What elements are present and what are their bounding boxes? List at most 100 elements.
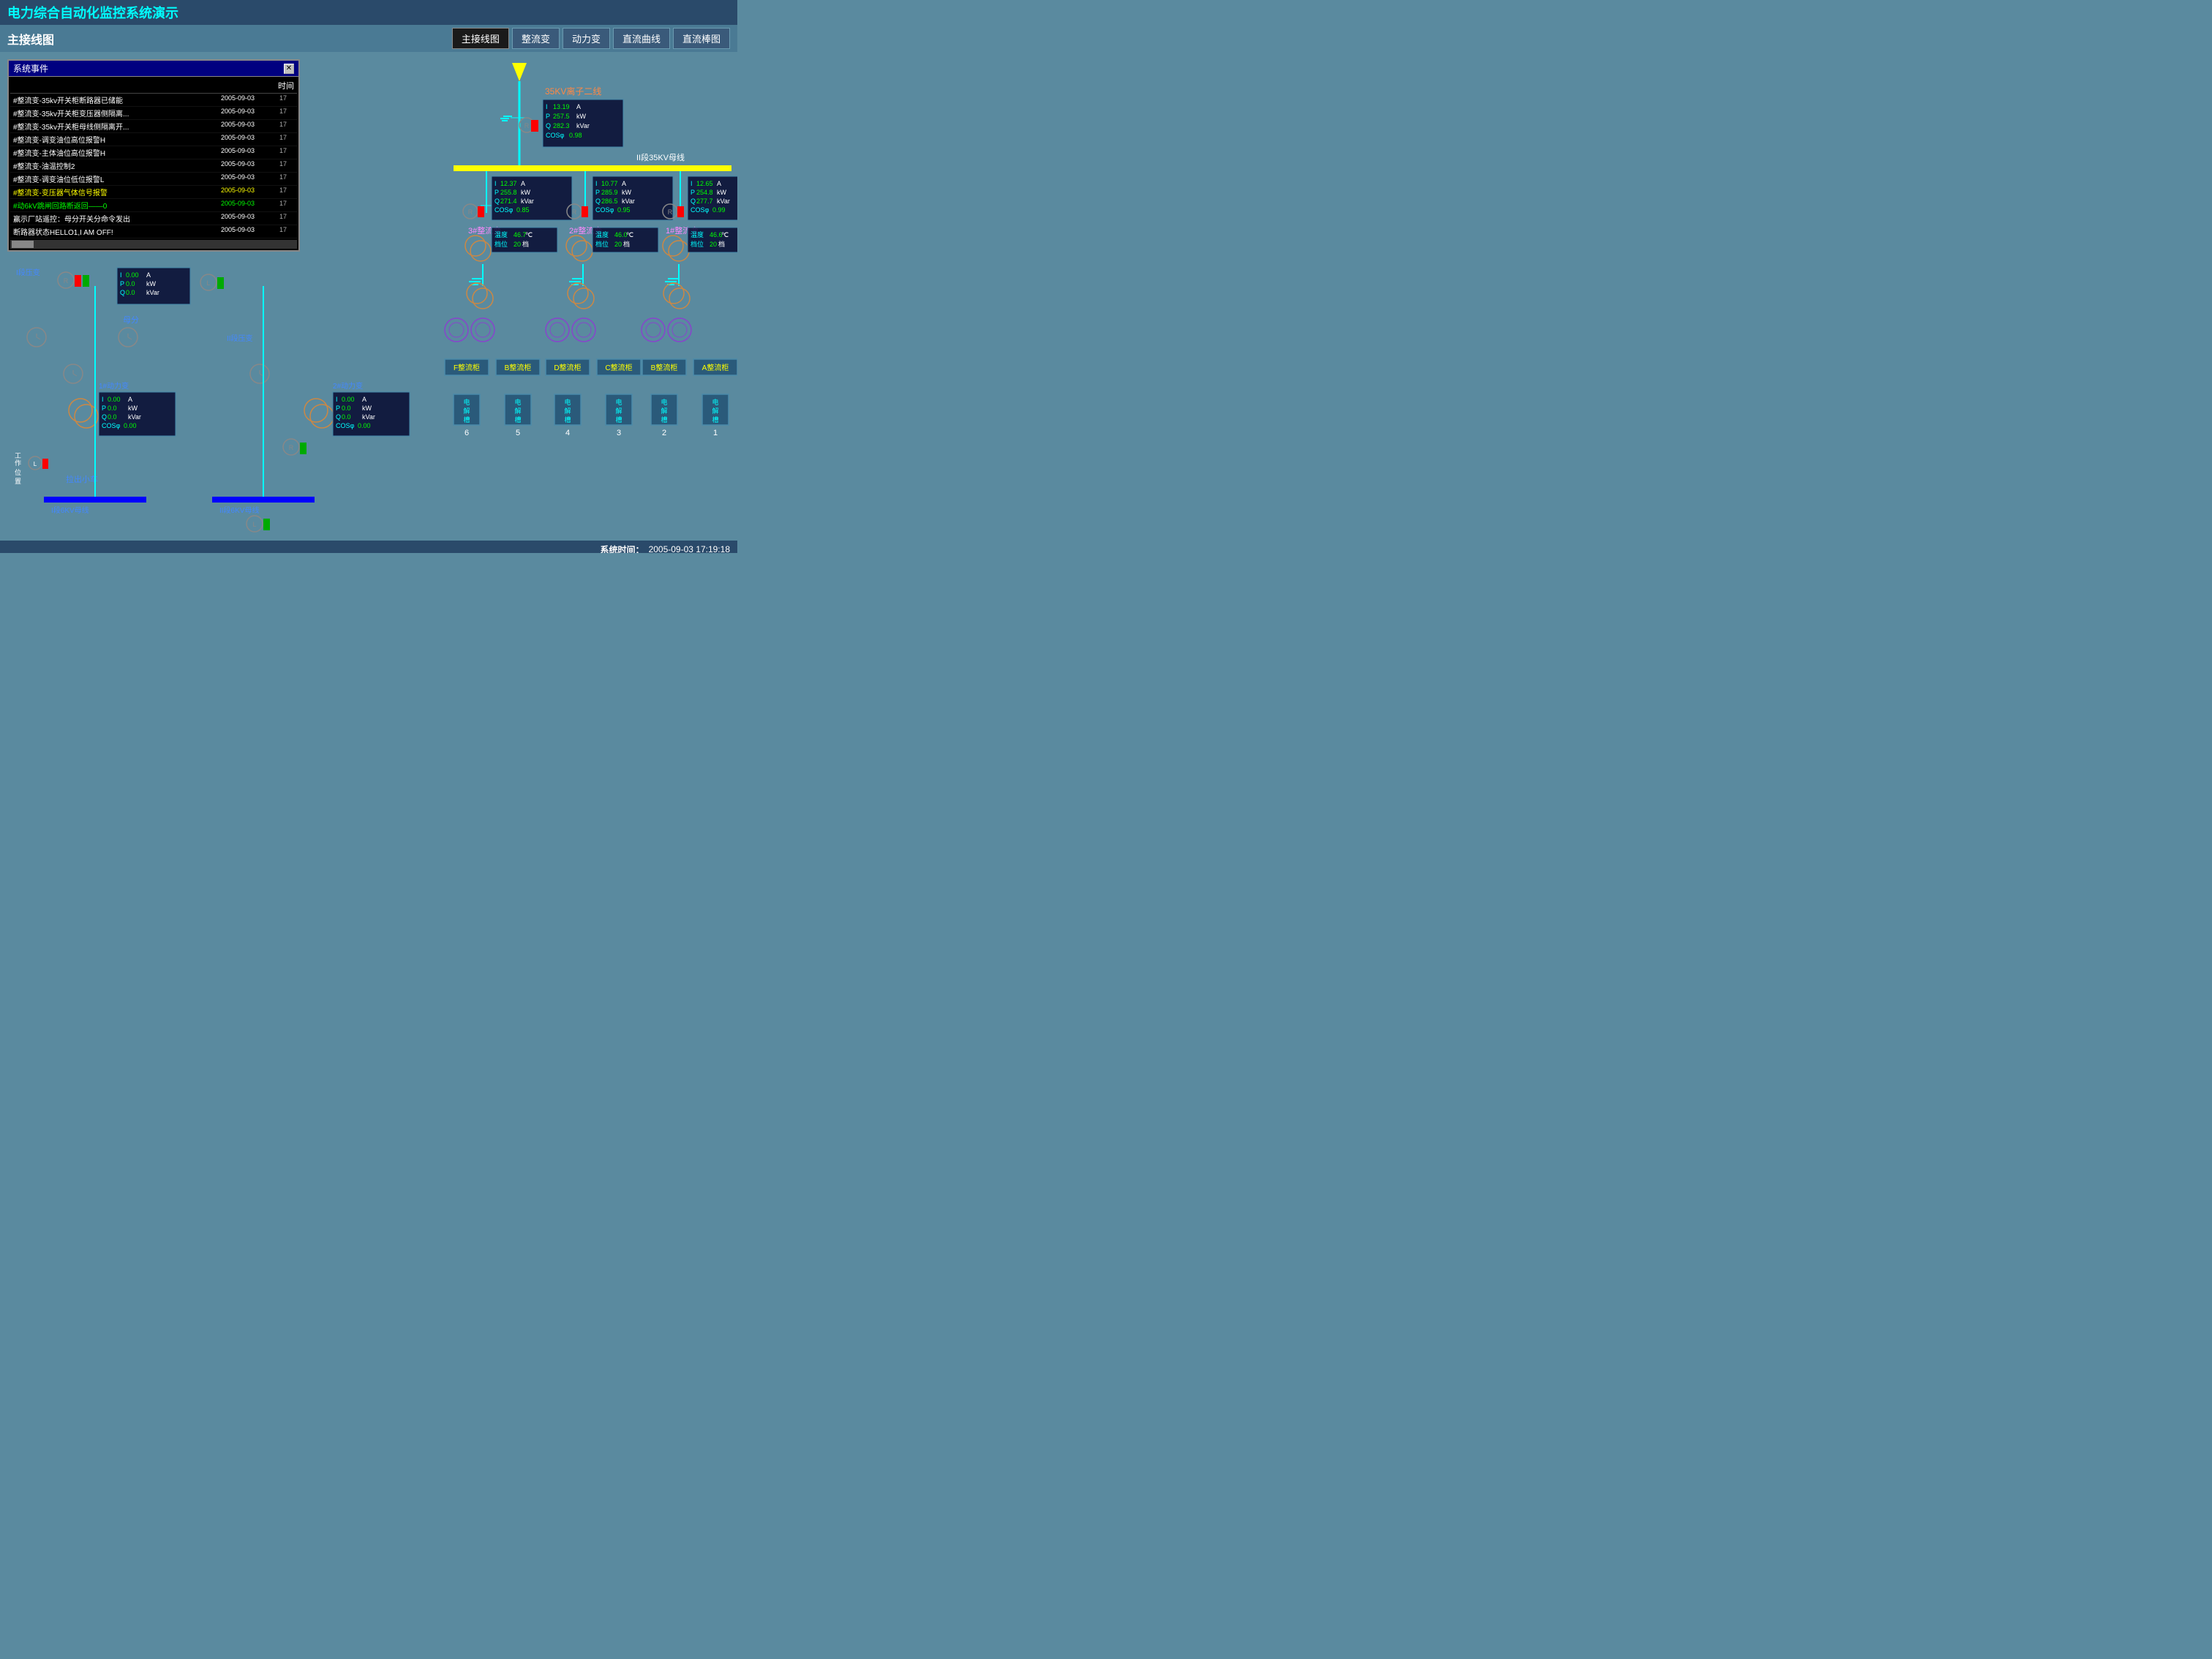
svg-text:255.8: 255.8 [500,189,517,196]
busbar-6kv-1 [44,497,146,503]
svg-text:10.77: 10.77 [601,180,618,187]
svg-text:286.5: 286.5 [601,198,618,205]
svg-text:档: 档 [522,240,529,248]
nav-btn-rectifier[interactable]: 整流变 [512,28,560,49]
svg-text:电: 电 [463,398,470,406]
event-time: 17 [279,187,294,198]
svg-text:46.0: 46.0 [614,231,628,238]
label-35kv-line: 35KV离子二线 [545,86,601,97]
svg-text:0.0: 0.0 [126,280,135,287]
svg-text:解: 解 [564,407,571,415]
svg-text:COSφ: COSφ [595,206,614,214]
trans-inner-rect3 [470,241,491,261]
svg-text:kW: kW [717,189,727,196]
event-time: 17 [279,173,294,184]
event-row: #整流变-主体油位高位报警H 2005-09-03 17 [10,146,297,159]
svg-text:kVar: kVar [362,413,375,421]
svg-text:0.00: 0.00 [342,396,355,403]
event-msg: #整流变-35kv开关柜断路器已储能 [13,94,221,105]
nav-btn-main[interactable]: 主接线图 [452,28,509,49]
event-date: 2005-09-03 [221,200,279,211]
svg-text:0.00: 0.00 [358,422,371,429]
event-msg: 赢示厂站遥控：母分开关分命令发出 [13,213,221,224]
svg-text:I: I [494,180,497,187]
meas-P-unit: kW [576,113,587,120]
svg-text:解: 解 [661,407,667,415]
dialog-title: 系统事件 [13,62,48,75]
svg-text:kW: kW [146,280,157,287]
svg-text:L: L [252,521,256,528]
nav-btn-dc-bar[interactable]: 直流棒图 [673,28,730,49]
event-date: 2005-09-03 [221,108,279,118]
meas-I-label: I [546,103,548,110]
svg-text:Q: Q [691,198,696,205]
cabinet-A-label: A整流柜 [702,363,729,372]
svg-text:P: P [494,189,499,196]
event-date: 2005-09-03 [221,173,279,184]
svg-text:0.95: 0.95 [617,206,631,214]
svg-text:A: A [521,180,525,187]
svg-text:档位: 档位 [494,240,508,248]
svg-text:0.0: 0.0 [108,413,117,421]
svg-text:kVar: kVar [128,413,141,421]
svg-text:L: L [34,461,37,467]
svg-text:L: L [206,279,210,287]
event-date: 2005-09-03 [221,160,279,171]
svg-text:解: 解 [514,407,521,415]
svg-text:Q: Q [120,289,125,296]
svg-text:12.65: 12.65 [696,180,713,187]
svg-text:kVar: kVar [146,289,159,296]
svg-text:槽: 槽 [463,415,470,424]
event-msg: 断路器状态HELLO1,I AM OFF! [13,226,221,237]
event-time: 17 [279,147,294,158]
busbar-35kv [454,165,731,171]
svg-text:277.7: 277.7 [696,198,713,205]
event-list[interactable]: #整流变-35kv开关柜断路器已储能 2005-09-03 17 #整流变-35… [10,94,297,240]
svg-text:271.4: 271.4 [500,198,517,205]
svg-text:温度: 温度 [595,230,609,238]
red-box-rect3 [478,206,484,217]
svg-text:I: I [120,271,122,279]
status-bar: 系统时间： 2005-09-03 17:19:18 [0,541,737,553]
dialog-close-button[interactable]: ✕ [284,64,294,74]
event-time: 17 [279,121,294,132]
label-dynamic1: 1#动力变 [99,381,129,391]
event-date: 2005-09-03 [221,187,279,198]
red-box-left1 [75,275,81,287]
event-msg-alarm: #整流变-变压器气体信号报警 [13,187,221,198]
svg-text:I: I [691,180,693,187]
scrollbar[interactable] [10,240,297,249]
svg-text:254.8: 254.8 [696,189,713,196]
event-row: #整流变-调变油位高位报警H 2005-09-03 17 [10,133,297,146]
cabinet-C-label: C整流柜 [605,363,632,372]
event-date: 2005-09-03 [221,94,279,105]
event-row: 赢示厂站遥控：母分开关分命令发出 2005-09-03 17 [10,212,297,225]
svg-text:电: 电 [712,398,718,406]
svg-text:P: P [691,189,695,196]
svg-text:槽: 槽 [564,415,571,424]
svg-text:46.7: 46.7 [514,231,527,238]
event-date: 2005-09-03 [221,147,279,158]
label-mufan: 母分 [123,315,139,325]
event-msg: #整流变-调变油位高位报警H [13,134,221,145]
event-time: 17 [279,134,294,145]
main-content: 系统事件 ✕ 时间 #整流变-35kv开关柜断路器已储能 2005-09-03 … [0,52,737,553]
svg-text:20: 20 [514,241,521,248]
status-time: 2005-09-03 17:19:18 [649,544,730,553]
cabinet-F-label: F整流柜 [454,363,480,372]
green-box-left1 [83,275,89,287]
busbar-6kv-2 [212,497,315,503]
svg-text:I: I [336,396,338,403]
svg-text:5: 5 [516,429,520,437]
nav-btn-dynamic[interactable]: 动力变 [563,28,610,49]
svg-text:0.0: 0.0 [342,405,351,412]
nav-btn-dc-curve[interactable]: 直流曲线 [613,28,670,49]
app: 电力综合自动化监控系统演示 主接线图 主接线图 整流变 动力变 直流曲线 直流棒… [0,0,737,553]
svg-text:COSφ: COSφ [102,422,121,429]
svg-text:℃: ℃ [626,231,633,238]
svg-text:P: P [102,405,106,412]
arrow-down-icon [512,63,527,81]
svg-text:0.0: 0.0 [342,413,351,421]
event-msg-ok: #动6kV跳闸回路断返回——0 [13,200,221,211]
svg-text:P: P [120,280,124,287]
